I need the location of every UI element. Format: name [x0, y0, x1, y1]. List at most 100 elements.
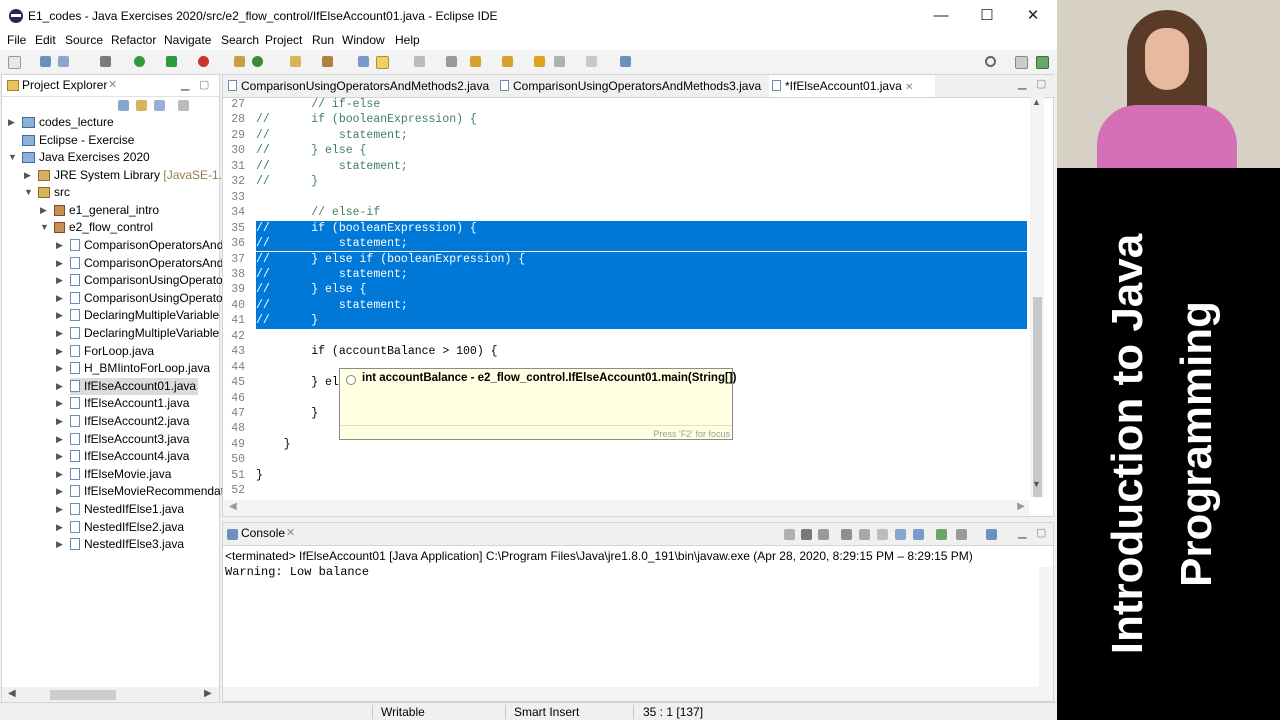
- java-perspective-icon[interactable]: [1036, 56, 1049, 69]
- console-output[interactable]: Warning: Low balance: [225, 565, 369, 579]
- new-java-project-icon[interactable]: [234, 56, 245, 67]
- close-button[interactable]: ✕: [1010, 4, 1056, 28]
- menu-file[interactable]: File: [7, 33, 26, 47]
- tree-item-java-file[interactable]: ▶ IfElseMovie.java: [56, 466, 171, 483]
- code-line[interactable]: 42: [223, 329, 1027, 344]
- code-line[interactable]: 28 // if (booleanExpression) {: [223, 112, 1027, 127]
- code-line[interactable]: 51}: [223, 468, 1027, 483]
- code-line[interactable]: 37 // } else if (booleanExpression) {: [231, 251, 1027, 267]
- pilcrow-icon[interactable]: [446, 56, 457, 67]
- editor-horizontal-scrollbar[interactable]: ◀ ▶: [223, 500, 1029, 516]
- tree-item-selected-java-file[interactable]: ▶ IfElseAccount01.java: [56, 378, 199, 395]
- tree-item-codes-lecture[interactable]: ▶ codes_lecture: [8, 114, 114, 131]
- code-line[interactable]: 27 // if-else: [223, 97, 1027, 112]
- next-annotation-icon[interactable]: [470, 56, 481, 67]
- tree-item-java-file[interactable]: ▶ NestedIfElse1.java: [56, 501, 184, 518]
- tree-item-java-file[interactable]: ▶ IfElseAccount2.java: [56, 413, 189, 430]
- menu-edit[interactable]: Edit: [35, 33, 56, 47]
- tree-item-java-exercises[interactable]: ▼ Java Exercises 2020: [8, 149, 150, 166]
- tree-item-java-file[interactable]: ▶ ComparisonUsingOperato: [56, 272, 223, 289]
- code-line[interactable]: 38 // statement;: [231, 266, 1027, 283]
- code-line[interactable]: 34 // else-if: [223, 205, 1027, 220]
- tree-item-e1-general-intro[interactable]: ▶ e1_general_intro: [40, 202, 159, 219]
- open-perspective-icon[interactable]: [1015, 56, 1028, 69]
- link-editor-icon[interactable]: [136, 100, 147, 111]
- code-line[interactable]: 52: [223, 483, 1027, 497]
- word-wrap-icon[interactable]: [877, 529, 888, 540]
- save-all-icon[interactable]: [58, 56, 69, 67]
- tree-item-java-file[interactable]: ▶ ComparisonOperatorsAnd: [56, 255, 223, 272]
- search-icon[interactable]: [985, 56, 996, 67]
- code-line[interactable]: 32 // }: [223, 174, 1027, 189]
- maximize-view-icon[interactable]: ▢: [199, 78, 209, 91]
- close-tab-icon[interactable]: ✕: [905, 82, 913, 93]
- tab-comparison-methods3[interactable]: ComparisonUsingOperatorsAndMethods3.java: [497, 75, 775, 97]
- code-line[interactable]: 31 // statement;: [223, 159, 1027, 174]
- tree-item-java-file[interactable]: ▶ H_BMIintoForLoop.java: [56, 360, 210, 377]
- menu-run[interactable]: Run: [312, 33, 334, 47]
- code-line[interactable]: 33: [223, 190, 1027, 205]
- tree-item-src[interactable]: ▼ src: [24, 184, 70, 201]
- remove-all-icon[interactable]: [818, 529, 829, 540]
- scroll-thumb[interactable]: [1033, 297, 1042, 497]
- show-whitespace-icon[interactable]: [414, 56, 425, 67]
- collapse-all-icon[interactable]: [118, 100, 129, 111]
- project-explorer-title[interactable]: Project Explorer: [22, 78, 107, 92]
- menu-source[interactable]: Source: [65, 33, 103, 47]
- debug-icon[interactable]: [100, 56, 111, 67]
- forward-icon[interactable]: [586, 56, 597, 67]
- tree-item-java-file[interactable]: ▶ DeclaringMultipleVariable: [56, 325, 219, 342]
- menu-project[interactable]: Project: [265, 33, 302, 47]
- scroll-left-icon[interactable]: ◀: [8, 688, 16, 699]
- tree-item-java-file[interactable]: ▶ IfElseAccount4.java: [56, 448, 189, 465]
- code-line[interactable]: 50: [223, 452, 1027, 467]
- show-on-output-icon[interactable]: [895, 529, 906, 540]
- clear-console-icon[interactable]: [841, 529, 852, 540]
- code-line[interactable]: 36 // statement;: [231, 236, 1027, 252]
- tree-item-java-file[interactable]: ▶ IfElseAccount3.java: [56, 431, 189, 448]
- menu-window[interactable]: Window: [342, 33, 385, 47]
- save-icon[interactable]: [40, 56, 51, 67]
- highlight-icon[interactable]: [376, 56, 389, 69]
- maximize-editor-icon[interactable]: ▢: [1036, 77, 1046, 90]
- tree-item-e2-flow-control[interactable]: ▼ e2_flow_control: [40, 219, 153, 236]
- tree-item-jre-library[interactable]: ▶ JRE System Library [JavaSE-1.8]: [24, 167, 232, 184]
- code-line[interactable]: 39 // } else {: [231, 282, 1027, 298]
- back-icon[interactable]: [554, 56, 565, 67]
- close-icon[interactable]: ✕: [286, 526, 295, 539]
- minimize-view-icon[interactable]: ▁: [1018, 526, 1026, 539]
- code-line[interactable]: 41 // }: [231, 313, 1027, 329]
- code-line[interactable]: 40 // statement;: [231, 297, 1027, 314]
- search-tool-icon[interactable]: [322, 56, 333, 67]
- tree-item-java-file[interactable]: ▶ IfElseMovieRecommendat: [56, 483, 224, 500]
- code-line[interactable]: 29 // statement;: [223, 128, 1027, 143]
- tree-item-java-file[interactable]: ▶ IfElseAccount1.java: [56, 395, 189, 412]
- new-class-icon[interactable]: [252, 56, 263, 67]
- code-line[interactable]: 43 if (accountBalance > 100) {: [223, 344, 1027, 359]
- code-line[interactable]: 35 // if (booleanExpression) {: [231, 220, 1027, 237]
- minimize-button[interactable]: —: [918, 4, 964, 28]
- menu-help[interactable]: Help: [395, 33, 420, 47]
- prev-annotation-icon[interactable]: [502, 56, 513, 67]
- tree-item-java-file[interactable]: ▶ ForLoop.java: [56, 343, 154, 360]
- minimize-view-icon[interactable]: ▁: [181, 78, 189, 91]
- tree-item-java-file[interactable]: ▶ DeclaringMultipleVariable: [56, 307, 219, 324]
- show-on-error-icon[interactable]: [913, 529, 924, 540]
- tree-item-java-file[interactable]: ▶ NestedIfElse2.java: [56, 519, 184, 536]
- terminate-icon[interactable]: [784, 529, 795, 540]
- tree-item-java-file[interactable]: ▶ ComparisonUsingOperato: [56, 290, 223, 307]
- last-edit-icon[interactable]: [534, 56, 545, 67]
- run-icon[interactable]: [134, 56, 145, 67]
- code-line[interactable]: 30 // } else {: [223, 143, 1027, 158]
- open-console-icon[interactable]: [986, 529, 997, 540]
- open-type-icon[interactable]: [290, 56, 301, 67]
- tab-comparison-methods2[interactable]: ComparisonUsingOperatorsAndMethods2.java: [225, 75, 501, 97]
- remove-launch-icon[interactable]: [801, 529, 812, 540]
- scroll-down-icon[interactable]: ▼: [1032, 479, 1041, 489]
- scroll-right-icon[interactable]: ▶: [1017, 501, 1025, 512]
- console-horizontal-scrollbar[interactable]: [223, 687, 1053, 701]
- menu-navigate[interactable]: Navigate: [164, 33, 211, 47]
- minimize-editor-icon[interactable]: ▁: [1018, 77, 1026, 90]
- scroll-right-icon[interactable]: ▶: [204, 688, 212, 699]
- new-icon[interactable]: [8, 56, 21, 69]
